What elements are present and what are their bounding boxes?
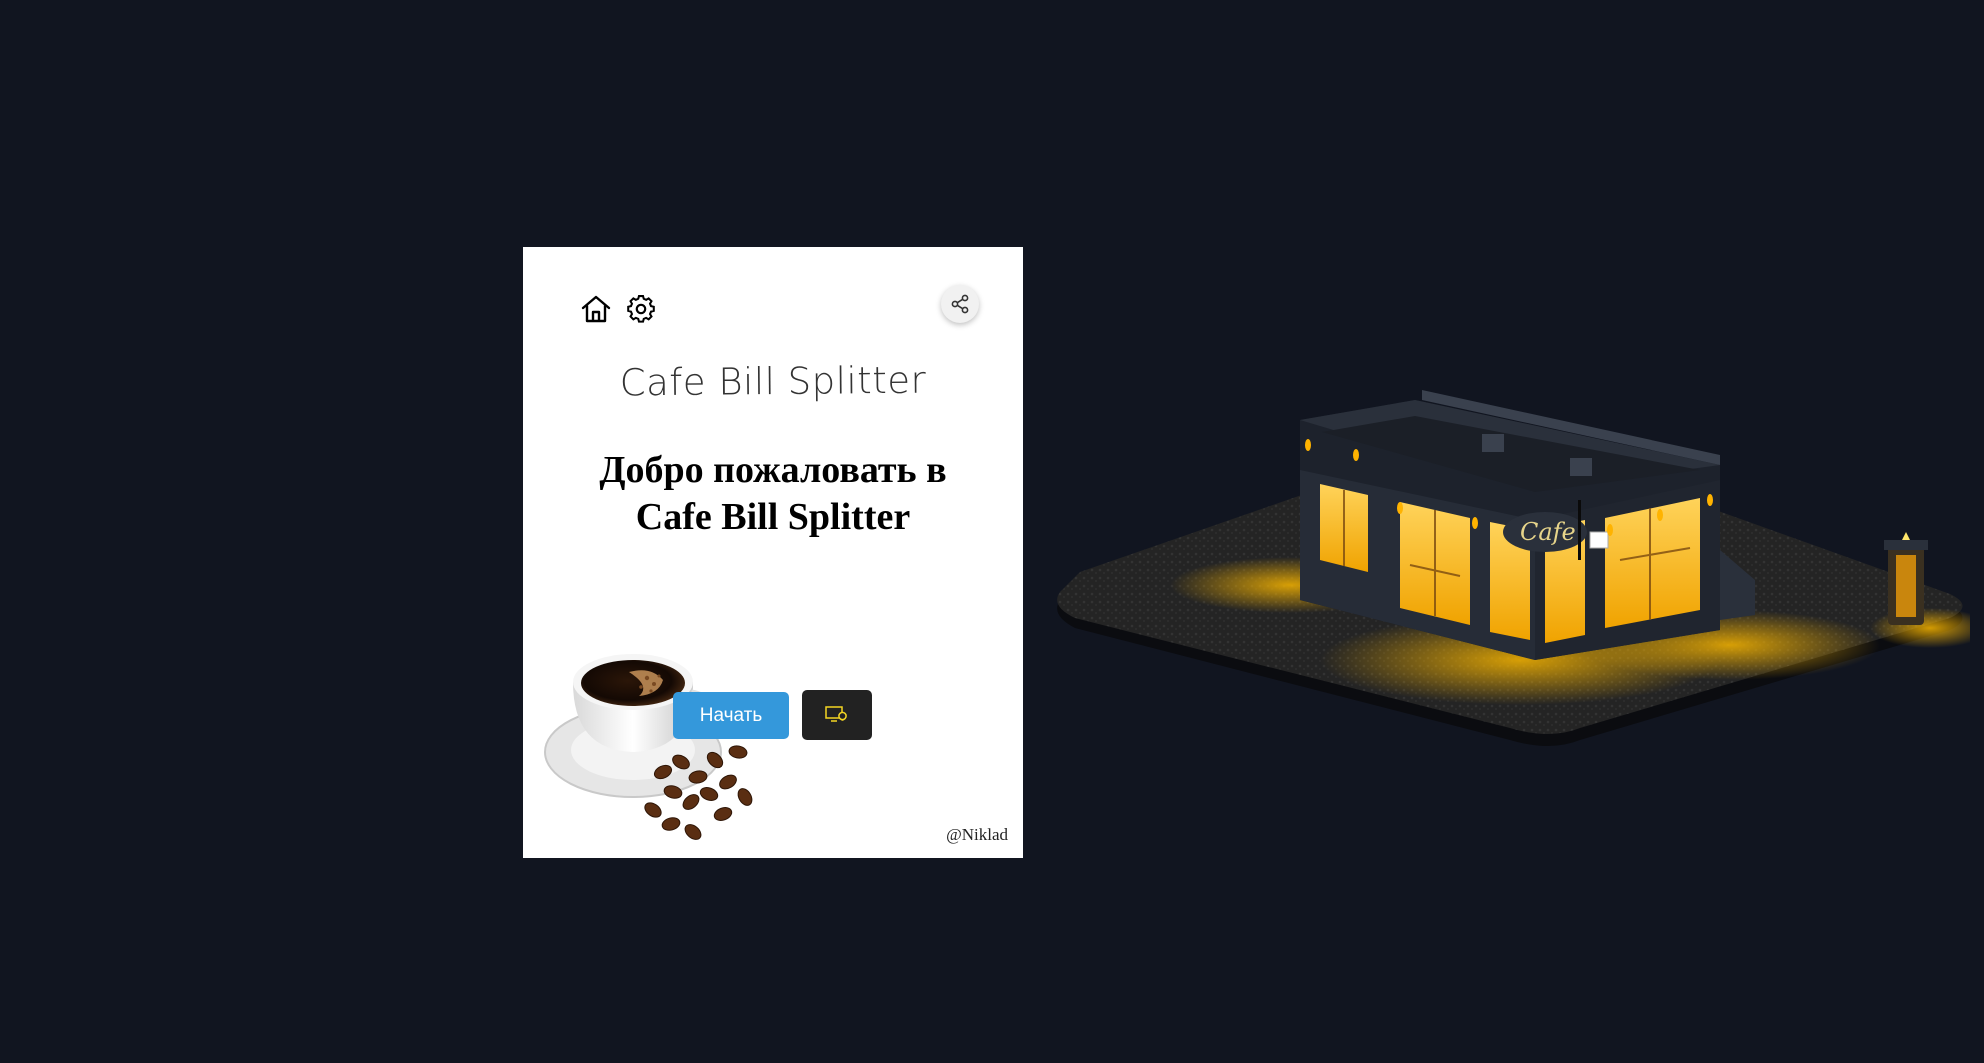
author-credit: @Niklad (946, 825, 1008, 844)
welcome-heading: Добро пожаловать в Cafe Bill Splitter (553, 447, 993, 541)
home-icon (581, 295, 611, 323)
cafe-sign-text: Cafe (1520, 518, 1576, 546)
share-button[interactable] (941, 285, 979, 323)
app-title: Cafe Bill Splitter (619, 358, 927, 405)
start-button[interactable]: Начать (673, 692, 789, 739)
home-button[interactable] (579, 292, 613, 326)
coffee-cup-image (544, 654, 753, 840)
settings-button[interactable] (624, 292, 658, 326)
welcome-line-1: Добро пожаловать в (599, 449, 947, 491)
lightbulb-screen-icon (825, 706, 847, 722)
welcome-line-2: Cafe Bill Splitter (635, 496, 911, 538)
idea-button[interactable] (802, 690, 872, 740)
gear-icon (627, 295, 655, 323)
welcome-card: Cafe Bill Splitter Добро пожаловать в Ca… (523, 247, 1023, 858)
cafe-building-illustration: Cafe (1057, 390, 1970, 746)
share-icon (951, 294, 969, 314)
